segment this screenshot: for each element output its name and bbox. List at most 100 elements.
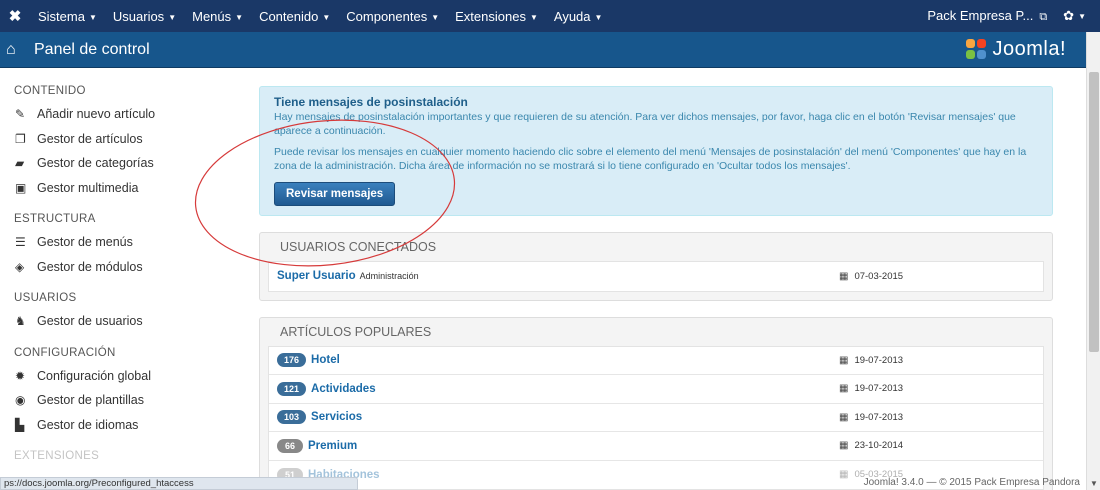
row-date: ▦ 19-07-2013 xyxy=(839,383,1043,394)
menu-extensiones[interactable]: Extensiones ▼ xyxy=(447,9,546,24)
article-link[interactable]: Actividades xyxy=(311,383,376,395)
row-date: ▦ 07-03-2015 xyxy=(839,271,1043,282)
scrollbar[interactable]: ▼ xyxy=(1086,32,1100,490)
gear-icon: ✿ xyxy=(1063,8,1075,23)
sidebar: CONTENIDO ✎ Añadir nuevo artículo ❐ Gestor… xyxy=(0,80,250,467)
page-header: ⌂ Panel de control Joomla! xyxy=(0,32,1086,68)
eye-icon: ◉ xyxy=(15,393,26,408)
logo-text: Joomla! xyxy=(992,38,1066,60)
user-role: Administración xyxy=(359,271,419,282)
sidebar-item-menus[interactable]: ☰ Gestor de menús xyxy=(0,230,250,255)
menu-componentes[interactable]: Componentes ▼ xyxy=(338,9,447,24)
panel-title: USUARIOS CONECTADOS xyxy=(280,240,437,254)
caret-down-icon: ▼ xyxy=(1078,12,1086,22)
site-link[interactable]: Pack Empresa P... ⧉ xyxy=(917,8,1057,24)
alert-text-1: Hay mensajes de posinstalación important… xyxy=(274,111,1016,137)
sidebar-item-templates[interactable]: ◉ Gestor de plantillas xyxy=(0,388,250,413)
sidebar-heading-configuracion: CONFIGURACIÓN xyxy=(14,346,116,359)
sidebar-item-media[interactable]: ▣ Gestor multimedia xyxy=(0,176,250,201)
caret-down-icon: ▼ xyxy=(322,12,331,22)
sidebar-item-label: Gestor de artículos xyxy=(37,131,143,146)
sidebar-item-label: Gestor de categorías xyxy=(37,156,154,171)
folder-icon: ▰ xyxy=(15,156,25,171)
sidebar-item-label: Gestor de usuarios xyxy=(37,314,143,329)
sidebar-item-languages[interactable]: ▙ Gestor de idiomas xyxy=(0,413,250,438)
caret-down-icon: ▼ xyxy=(529,12,538,22)
date-text: 19-07-2013 xyxy=(854,354,904,366)
article-link[interactable]: Servicios xyxy=(311,411,362,423)
scroll-down-icon[interactable]: ▼ xyxy=(1090,479,1098,488)
pencil-icon: ✎ xyxy=(15,107,26,122)
footer-copyright: Joomla! 3.4.0 — © 2015 Pack Empresa Pand… xyxy=(863,477,1080,488)
hits-badge: 103 xyxy=(277,410,307,425)
article-link[interactable]: Hotel xyxy=(311,354,340,366)
review-messages-button[interactable]: Revisar mensajes xyxy=(274,182,396,206)
sidebar-heading-extensiones: EXTENSIONES xyxy=(14,450,100,462)
user-link[interactable]: Super Usuario xyxy=(277,270,356,282)
caret-down-icon: ▼ xyxy=(168,12,177,22)
sidebar-item-add-article[interactable]: ✎ Añadir nuevo artículo xyxy=(0,102,250,127)
scrollbar-thumb[interactable] xyxy=(1089,72,1099,352)
table-row: 103 Servicios ▦ 19-07-2013 xyxy=(269,404,1043,432)
sidebar-item-modules[interactable]: ◈ Gestor de módulos xyxy=(0,255,250,280)
joomla-logo: Joomla! xyxy=(966,38,1066,61)
sidebar-item-label: Gestor de plantillas xyxy=(37,393,145,408)
list-icon: ☰ xyxy=(15,235,26,250)
caret-down-icon: ▼ xyxy=(88,12,97,22)
sidebar-item-articles[interactable]: ❐ Gestor de artículos xyxy=(0,127,250,152)
calendar-icon: ▦ xyxy=(839,270,849,282)
table-row: Super Usuario Administración ▦ 07-03-2015 xyxy=(269,262,1043,291)
copy-icon: ❐ xyxy=(15,131,26,146)
alert-title: Tiene mensajes de posinstalación xyxy=(274,95,468,109)
sidebar-item-users[interactable]: ♞ Gestor de usuarios xyxy=(0,309,250,334)
calendar-icon: ▦ xyxy=(839,440,849,452)
external-link-icon: ⧉ xyxy=(1039,11,1048,23)
postinstall-alert: Tiene mensajes de posinstalación Hay men… xyxy=(259,86,1053,216)
calendar-icon: ▦ xyxy=(839,354,849,366)
row-date: ▦ 19-07-2013 xyxy=(839,355,1043,366)
cube-icon: ◈ xyxy=(15,259,25,274)
panel-body: 176 Hotel ▦ 19-07-2013 121 Actividades ▦ 19-… xyxy=(268,345,1044,490)
caret-down-icon: ▼ xyxy=(431,12,440,22)
calendar-icon: ▦ xyxy=(839,411,849,423)
hits-badge: 66 xyxy=(277,438,303,453)
comments-icon: ▙ xyxy=(15,417,25,432)
browser-status-bar: ps://docs.joomla.org/Preconfigured_htacc… xyxy=(0,477,358,490)
table-row: 66 Premium ▦ 23-10-2014 xyxy=(269,432,1043,461)
sidebar-item-label: Gestor de idiomas xyxy=(37,417,139,432)
sidebar-item-label: Gestor de módulos xyxy=(37,259,143,274)
sidebar-item-label: Gestor multimedia xyxy=(37,180,139,195)
menu-usuarios[interactable]: Usuarios ▼ xyxy=(105,9,184,24)
caret-down-icon: ▼ xyxy=(235,12,244,22)
row-date: ▦ 23-10-2014 xyxy=(839,440,1043,451)
cog-icon: ✹ xyxy=(15,368,26,383)
sidebar-heading-usuarios: USUARIOS xyxy=(14,292,77,304)
row-date: ▦ 19-07-2013 xyxy=(839,412,1043,423)
sidebar-item-categories[interactable]: ▰ Gestor de categorías xyxy=(0,151,250,176)
menu-sistema[interactable]: Sistema ▼ xyxy=(30,9,105,24)
menu-contenido[interactable]: Contenido ▼ xyxy=(251,9,338,24)
popular-articles-panel: ARTÍCULOS POPULARES 176 Hotel ▦ 19-07-2013… xyxy=(259,316,1053,490)
joomla-menu-icon[interactable]: ✖ xyxy=(0,7,30,25)
caret-down-icon: ▼ xyxy=(594,12,603,22)
hits-badge: 176 xyxy=(277,353,307,368)
sidebar-item-label: Configuración global xyxy=(37,368,151,383)
table-row: 176 Hotel ▦ 19-07-2013 xyxy=(269,347,1043,375)
menu-menus[interactable]: Menús ▼ xyxy=(184,9,251,24)
calendar-icon: ▦ xyxy=(839,469,849,481)
sidebar-item-global-config[interactable]: ✹ Configuración global xyxy=(0,364,250,389)
date-text: 19-07-2013 xyxy=(854,383,904,395)
date-text: 07-03-2015 xyxy=(854,270,904,282)
users-icon: ♞ xyxy=(15,314,26,329)
date-text: 23-10-2014 xyxy=(854,440,904,452)
menu-ayuda[interactable]: Ayuda ▼ xyxy=(546,9,611,24)
sidebar-heading-estructura: ESTRUCTURA xyxy=(14,213,96,225)
joomla-logo-icon xyxy=(966,38,988,61)
article-link[interactable]: Premium xyxy=(308,440,357,452)
panel-body: Super Usuario Administración ▦ 07-03-2015 xyxy=(268,261,1044,292)
image-icon: ▣ xyxy=(15,180,27,195)
table-row: 121 Actividades ▦ 19-07-2013 xyxy=(269,375,1043,404)
user-menu[interactable]: ✿ ▼ xyxy=(1057,8,1100,24)
panel-title: ARTÍCULOS POPULARES xyxy=(280,324,432,339)
main-content: Tiene mensajes de posinstalación Hay men… xyxy=(259,86,1053,490)
